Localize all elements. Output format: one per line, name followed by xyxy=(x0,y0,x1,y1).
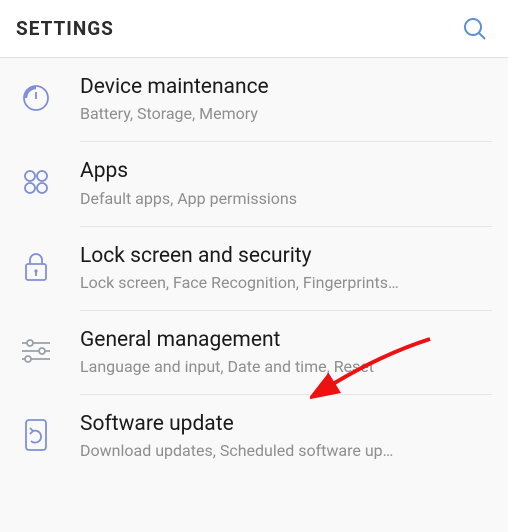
row-title: Software update xyxy=(80,411,492,437)
sliders-icon xyxy=(20,335,52,367)
device-maintenance-icon xyxy=(20,82,52,114)
page-title: SETTINGS xyxy=(16,17,114,40)
app-header: SETTINGS xyxy=(0,0,508,58)
item-software-update[interactable]: Software update Download updates, Schedu… xyxy=(0,395,508,478)
row-sub: Default apps, App permissions xyxy=(80,189,492,208)
lock-icon xyxy=(20,251,52,283)
search-icon[interactable] xyxy=(462,16,488,42)
item-general-management[interactable]: General management Language and input, D… xyxy=(0,311,508,394)
row-title: General management xyxy=(80,327,492,353)
apps-icon xyxy=(20,166,52,198)
item-device-maintenance[interactable]: Device maintenance Battery, Storage, Mem… xyxy=(0,58,508,141)
row-title: Lock screen and security xyxy=(80,243,492,269)
row-title: Device maintenance xyxy=(80,74,492,100)
row-sub: Language and input, Date and time, Reset xyxy=(80,357,492,376)
row-title: Apps xyxy=(80,158,492,184)
settings-list: Device maintenance Battery, Storage, Mem… xyxy=(0,58,508,478)
row-sub: Lock screen, Face Recognition, Fingerpri… xyxy=(80,273,492,292)
row-sub: Battery, Storage, Memory xyxy=(80,104,492,123)
software-update-icon xyxy=(20,419,52,451)
item-apps[interactable]: Apps Default apps, App permissions xyxy=(0,142,508,225)
item-lock-screen-security[interactable]: Lock screen and security Lock screen, Fa… xyxy=(0,227,508,310)
row-sub: Download updates, Scheduled software up… xyxy=(80,441,492,460)
